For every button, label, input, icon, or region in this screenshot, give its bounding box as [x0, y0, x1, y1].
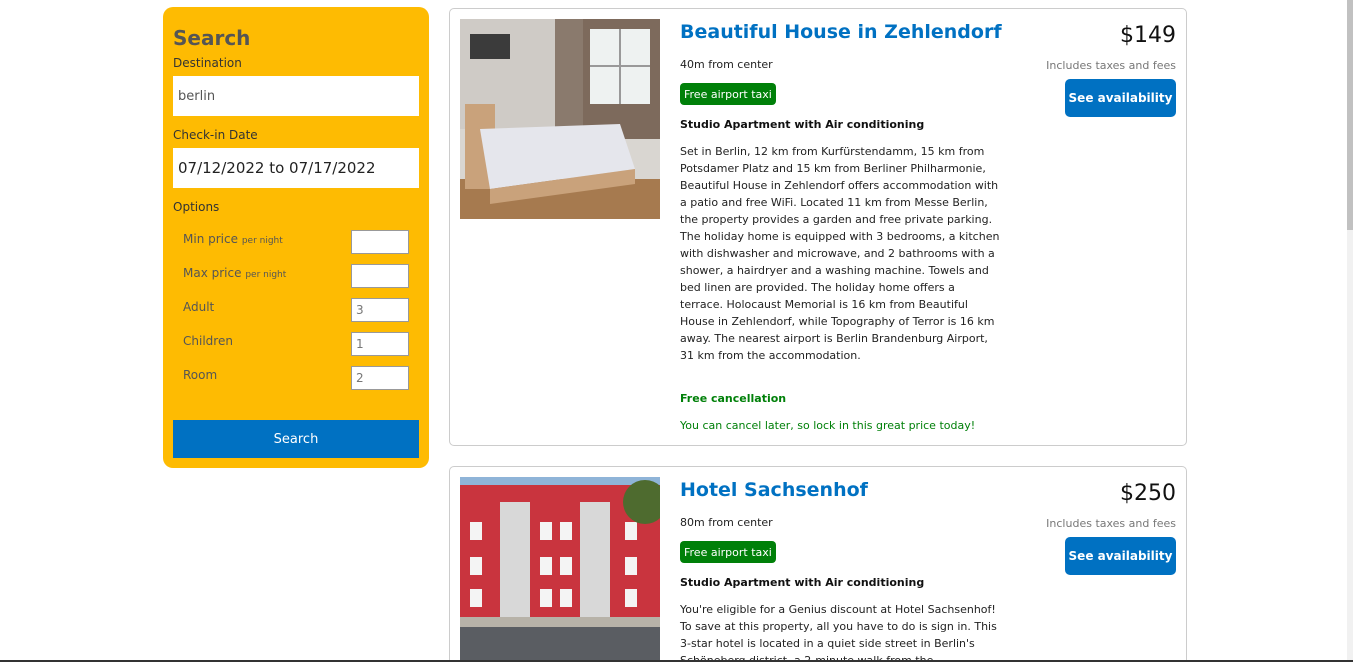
- scrollbar-thumb[interactable]: [1347, 0, 1353, 230]
- distance-text: 40m from center: [680, 58, 773, 71]
- hotel-photo[interactable]: [460, 477, 660, 662]
- search-title: Search: [173, 26, 251, 50]
- checkin-date-input[interactable]: 07/12/2022 to 07/17/2022: [173, 148, 419, 188]
- option-label: Max price per night: [183, 266, 287, 280]
- option-adult: Adult 3: [183, 298, 409, 322]
- see-availability-button[interactable]: See availability: [1065, 79, 1176, 117]
- destination-label: Destination: [173, 56, 242, 70]
- option-label: Children: [183, 334, 233, 348]
- hotel-name-link[interactable]: Beautiful House in Zehlendorf: [680, 21, 1002, 43]
- search-panel: Search Destination berlin Check-in Date …: [163, 7, 429, 468]
- price: $250: [1120, 481, 1176, 506]
- hotel-photo[interactable]: [460, 19, 660, 219]
- hotel-description: Set in Berlin, 12 km from Kurfürstendamm…: [680, 145, 1000, 362]
- option-min-price: Min price per night: [183, 230, 409, 254]
- distance-text: 80m from center: [680, 516, 773, 529]
- taxi-badge: Free airport taxi: [680, 83, 776, 105]
- destination-input[interactable]: berlin: [173, 76, 419, 116]
- price: $149: [1120, 23, 1176, 48]
- hotel-name-link[interactable]: Hotel Sachsenhof: [680, 479, 868, 501]
- room-type: Studio Apartment with Air conditioning: [680, 118, 925, 131]
- taxes-note: Includes taxes and fees: [1046, 517, 1176, 530]
- search-result-card: Beautiful House in Zehlendorf 40m from c…: [449, 8, 1187, 446]
- max-price-input[interactable]: [351, 264, 409, 288]
- search-button[interactable]: Search: [173, 420, 419, 458]
- min-price-input[interactable]: [351, 230, 409, 254]
- scrollbar[interactable]: [1347, 0, 1353, 662]
- option-max-price: Max price per night: [183, 264, 409, 288]
- option-label: Min price per night: [183, 232, 283, 246]
- room-type: Studio Apartment with Air conditioning: [680, 576, 925, 589]
- search-result-card: Hotel Sachsenhof 80m from center Free ai…: [449, 466, 1187, 662]
- taxes-note: Includes taxes and fees: [1046, 59, 1176, 72]
- see-availability-button[interactable]: See availability: [1065, 537, 1176, 575]
- cancel-title: Free cancellation: [680, 392, 787, 405]
- option-children: Children 1: [183, 332, 409, 356]
- hotel-description: You're eligible for a Genius discount at…: [680, 603, 997, 662]
- options-label: Options: [173, 200, 220, 214]
- taxi-badge: Free airport taxi: [680, 541, 776, 563]
- room-input[interactable]: 2: [351, 366, 409, 390]
- children-input[interactable]: 1: [351, 332, 409, 356]
- adult-input[interactable]: 3: [351, 298, 409, 322]
- option-label: Room: [183, 368, 218, 382]
- option-room: Room 2: [183, 366, 409, 390]
- option-label: Adult: [183, 300, 215, 314]
- cancel-subtitle: You can cancel later, so lock in this gr…: [680, 419, 976, 432]
- checkin-label: Check-in Date: [173, 128, 258, 142]
